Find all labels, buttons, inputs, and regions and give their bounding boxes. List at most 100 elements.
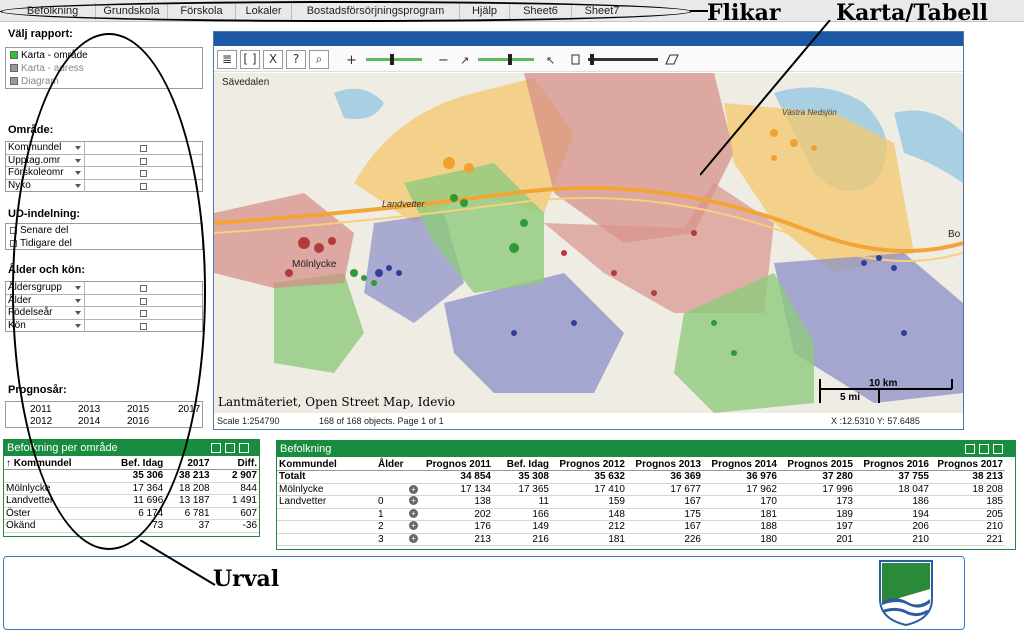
- option-label: Tidigare del: [20, 238, 72, 249]
- year-2011[interactable]: 2011: [30, 404, 52, 415]
- table-row[interactable]: Öster 6 174 6 781 607: [4, 507, 259, 520]
- field-label: Kön: [8, 319, 26, 331]
- clear-selection-icon[interactable]: [979, 444, 989, 454]
- tab-bostadsforsorjningsprogram[interactable]: Bostadsförsörjningsprogram: [292, 3, 460, 20]
- report-option-karta-adress[interactable]: Karta - adress: [6, 62, 202, 75]
- year-2015[interactable]: 2015: [127, 404, 149, 415]
- zoom-select-icon[interactable]: ⌕: [309, 50, 329, 69]
- column-header-bef-idag[interactable]: Bef. Idag: [96, 457, 166, 470]
- dropdown-arrow-icon[interactable]: [75, 158, 81, 163]
- table-row[interactable]: 2 + 176 149 212 167 188 197 206 210: [277, 520, 1005, 534]
- dropdown-arrow-icon[interactable]: [75, 171, 81, 175]
- export-icon[interactable]: [211, 443, 221, 453]
- ud-option-list: Senare del Tidigare del: [5, 223, 203, 250]
- ud-option-tidigare-del[interactable]: Tidigare del: [6, 237, 202, 250]
- table-row[interactable]: Mölnlycke 17 364 18 208 844: [4, 482, 259, 495]
- dropdown-arrow-icon[interactable]: [75, 146, 81, 150]
- year-2012[interactable]: 2012: [30, 416, 52, 427]
- selection-pointer-line: [140, 540, 216, 586]
- minimize-icon[interactable]: [239, 443, 249, 453]
- clear-selection-icon[interactable]: [225, 443, 235, 453]
- map-titlebar: [214, 32, 963, 46]
- dropdown-arrow-icon[interactable]: [75, 183, 81, 188]
- column-header-prognos-2016[interactable]: Prognos 2016: [855, 458, 931, 471]
- expand-icon[interactable]: +: [409, 496, 418, 506]
- checkbox[interactable]: [140, 170, 147, 177]
- checkbox[interactable]: [140, 322, 147, 330]
- tab-befolkning[interactable]: Befolkning: [10, 3, 96, 20]
- expand-icon[interactable]: +: [409, 521, 418, 531]
- year-2014[interactable]: 2014: [78, 416, 100, 427]
- fullscreen-icon[interactable]: [ ]: [240, 50, 260, 69]
- map-sliders[interactable]: + − ↗ ↖: [344, 53, 684, 67]
- field-kommundel[interactable]: Kommundel: [6, 142, 202, 155]
- column-header-prognos-2011[interactable]: Prognos 2011: [420, 458, 493, 471]
- column-header-prognos-2014[interactable]: Prognos 2014: [703, 458, 779, 471]
- field-nyko[interactable]: Nyko: [6, 179, 202, 193]
- checkbox[interactable]: [140, 310, 147, 317]
- table-row[interactable]: Mölnlycke + 17 134 17 365 17 410 17 677 17 9…: [277, 483, 1005, 496]
- table-row[interactable]: Landvetter 11 696 13 187 1 491: [4, 494, 259, 508]
- field-forskoleomr[interactable]: Förskoleomr: [6, 167, 202, 180]
- checkbox[interactable]: [140, 297, 147, 305]
- zoom-in-icon: +: [346, 53, 357, 67]
- year-2013[interactable]: 2013: [78, 404, 100, 415]
- dropdown-arrow-icon[interactable]: [75, 311, 81, 315]
- column-header-prognos-2015[interactable]: Prognos 2015: [779, 458, 855, 471]
- minimize-icon[interactable]: [993, 444, 1003, 454]
- column-header-2017[interactable]: 2017: [165, 457, 212, 470]
- checkbox[interactable]: [140, 157, 147, 165]
- dropdown-arrow-icon[interactable]: [75, 286, 81, 290]
- checkbox[interactable]: [10, 240, 17, 247]
- year-2016[interactable]: 2016: [127, 416, 149, 427]
- tab-sheet6[interactable]: Sheet6: [510, 3, 572, 20]
- place-label: Mölnlycke: [292, 259, 337, 270]
- cell: 138: [420, 495, 493, 509]
- tab-grundskola[interactable]: Grundskola: [96, 3, 168, 20]
- report-option-diagram[interactable]: Diagram: [6, 75, 202, 88]
- tab-hjalp[interactable]: Hjälp: [460, 3, 510, 20]
- total-cell: 36 369: [627, 470, 703, 484]
- help-icon[interactable]: ?: [286, 50, 306, 69]
- map-canvas[interactable]: Sävedalen Landvetter Mölnlycke Västra Ne…: [214, 73, 963, 413]
- table-row[interactable]: 3 + 213 216 181 226 180 201 210 221: [277, 533, 1005, 546]
- table-row[interactable]: Landvetter 0 + 138 11 159 167 170 173 186 185: [277, 495, 1005, 509]
- checkbox[interactable]: [140, 145, 147, 152]
- dropdown-arrow-icon[interactable]: [75, 298, 81, 303]
- clear-icon[interactable]: X: [263, 50, 283, 69]
- field-fodelsear[interactable]: Födelseår: [6, 307, 202, 320]
- tab-sheet7[interactable]: Sheet7: [572, 3, 632, 20]
- table-row[interactable]: Okänd 73 37 -36: [4, 519, 259, 533]
- table-row[interactable]: 1 + 202 166 148 175 181 189 194 205: [277, 508, 1005, 521]
- year-2017[interactable]: 2017: [178, 404, 200, 415]
- table-title-text: Befolkning: [280, 443, 332, 455]
- ud-option-senare-del[interactable]: Senare del: [6, 224, 202, 237]
- column-header-kommundel[interactable]: ↑ Kommundel: [4, 457, 97, 470]
- field-upptag-omr[interactable]: Upptag.omr: [6, 154, 202, 167]
- column-header-prognos-2017[interactable]: Prognos 2017: [931, 458, 1005, 471]
- export-icon[interactable]: [965, 444, 975, 454]
- report-option-karta-omrade[interactable]: Karta - område: [6, 49, 202, 62]
- total-label: Totalt: [277, 470, 376, 484]
- cell: Landvetter: [277, 495, 376, 509]
- column-header-diff[interactable]: Diff.: [211, 457, 259, 470]
- expand-icon[interactable]: +: [409, 508, 418, 518]
- column-header-prognos-2013[interactable]: Prognos 2013: [627, 458, 703, 471]
- column-header-alder[interactable]: Ålder: [376, 458, 420, 471]
- column-header-prognos-2012[interactable]: Prognos 2012: [551, 458, 627, 471]
- field-alder[interactable]: Ålder: [6, 294, 202, 307]
- dropdown-arrow-icon[interactable]: [75, 323, 81, 328]
- expand-icon[interactable]: +: [409, 484, 418, 494]
- field-aldersgrupp[interactable]: Åldersgrupp: [6, 282, 202, 295]
- column-header-kommundel[interactable]: Kommundel: [277, 458, 376, 471]
- tab-forskola[interactable]: Förskola: [168, 3, 236, 20]
- annotation-karta-tabell: Karta/Tabell: [836, 0, 989, 26]
- checkbox[interactable]: [140, 285, 147, 292]
- expand-icon[interactable]: +: [409, 533, 418, 543]
- field-kon[interactable]: Kön: [6, 319, 202, 333]
- checkbox[interactable]: [140, 182, 147, 190]
- checkbox[interactable]: [10, 227, 17, 234]
- list-icon[interactable]: ≣: [217, 50, 237, 69]
- column-header-bef-idag[interactable]: Bef. Idag: [493, 458, 551, 471]
- tab-lokaler[interactable]: Lokaler: [236, 3, 292, 20]
